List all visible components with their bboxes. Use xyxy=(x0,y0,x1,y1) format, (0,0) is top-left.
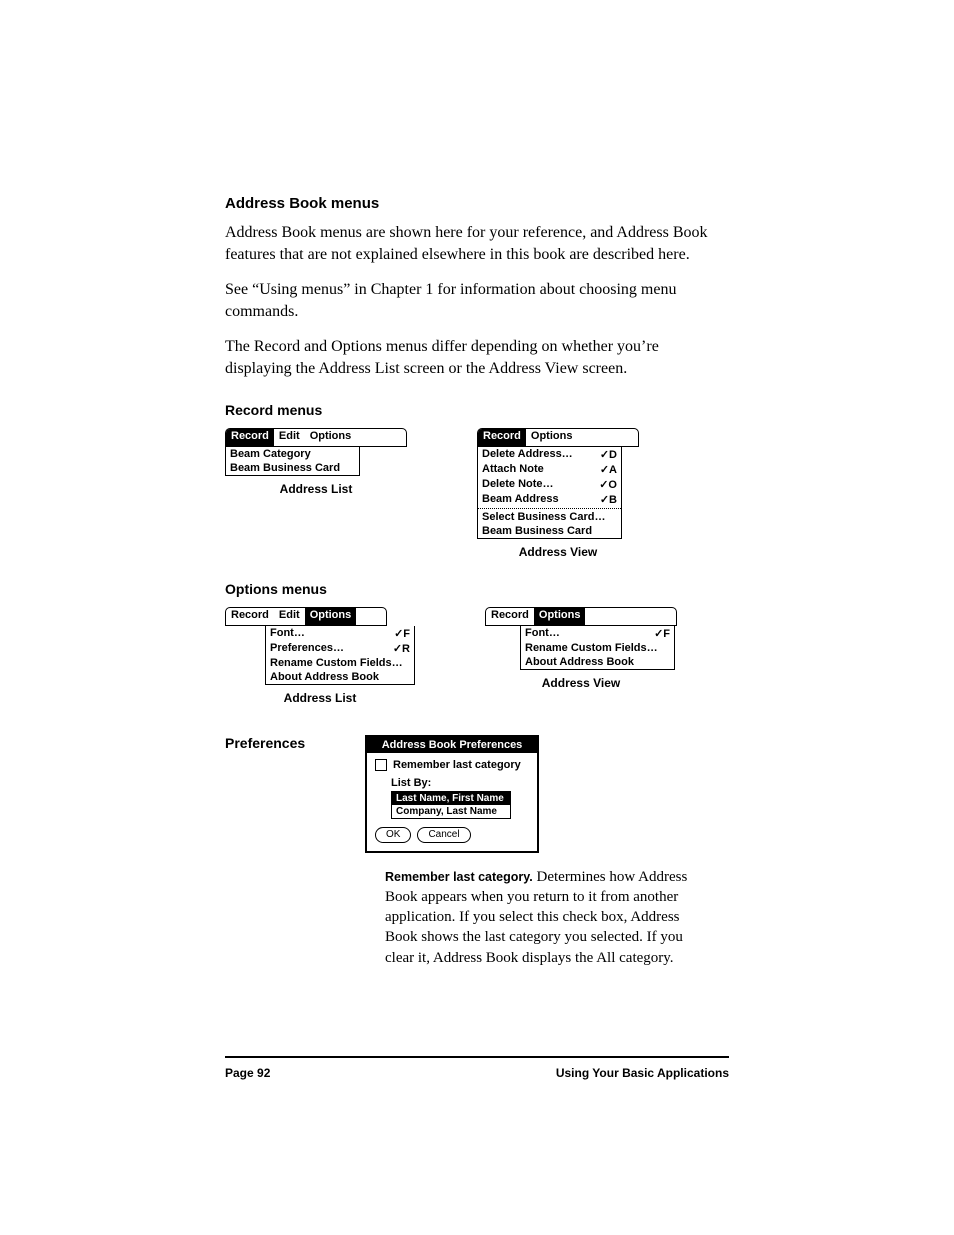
intro-paragraph-1: Address Book menus are shown here for yo… xyxy=(225,222,729,265)
dialog-title: Address Book Preferences xyxy=(367,737,537,753)
remember-last-category-description: Remember last category. Determines how A… xyxy=(385,867,705,968)
menu-dropdown: Delete Address…✓D Attach Note✓A Delete N… xyxy=(477,447,622,539)
list-by-listbox[interactable]: Last Name, First Name Company, Last Name xyxy=(391,791,511,819)
record-menu-address-view: Record Options Delete Address…✓D Attach … xyxy=(477,428,639,559)
tab-options[interactable]: Options xyxy=(534,608,586,625)
tab-options[interactable]: Options xyxy=(526,429,578,446)
intro-paragraph-3: The Record and Options menus differ depe… xyxy=(225,336,729,379)
tab-options[interactable]: Options xyxy=(305,608,357,625)
menu-dropdown: Font…✓F Preferences…✓R Rename Custom Fie… xyxy=(265,626,415,685)
list-option-lastname-firstname[interactable]: Last Name, First Name xyxy=(392,792,510,805)
figure-caption: Address List xyxy=(284,691,357,705)
page: Address Book menus Address Book menus ar… xyxy=(0,0,954,1235)
footer-chapter-title: Using Your Basic Applications xyxy=(556,1066,729,1080)
menu-item-beam-address[interactable]: Beam Address✓B xyxy=(478,492,621,507)
intro-paragraph-2: See “Using menus” in Chapter 1 for infor… xyxy=(225,279,729,322)
tab-edit[interactable]: Edit xyxy=(274,429,305,446)
remember-last-category-label: Remember last category xyxy=(393,759,521,771)
titlebar-filler xyxy=(585,608,676,625)
heading-options-menus: Options menus xyxy=(225,581,729,597)
menu-dropdown: Beam Category Beam Business Card xyxy=(225,447,360,476)
preferences-side-label: Preferences xyxy=(225,735,325,751)
preferences-section: Preferences Address Book Preferences Rem… xyxy=(225,735,729,853)
menu-item-about-address-book[interactable]: About Address Book xyxy=(521,655,674,669)
titlebar-filler xyxy=(356,429,406,446)
menu-titlebar: Record Edit Options xyxy=(225,428,407,447)
menu-item-rename-custom-fields[interactable]: Rename Custom Fields… xyxy=(266,656,414,670)
menu-item-delete-note[interactable]: Delete Note…✓O xyxy=(478,477,621,492)
tab-record[interactable]: Record xyxy=(478,429,526,446)
menu-titlebar: Record Options xyxy=(477,428,639,447)
remember-last-category-row[interactable]: Remember last category xyxy=(375,759,529,771)
menu-item-font[interactable]: Font…✓F xyxy=(521,626,674,641)
menu-item-attach-note[interactable]: Attach Note✓A xyxy=(478,462,621,477)
menu-separator xyxy=(478,508,621,509)
checkbox-icon[interactable] xyxy=(375,759,387,771)
menu-titlebar: Record Edit Options xyxy=(225,607,387,626)
list-by-label: List By: xyxy=(391,777,529,789)
heading-record-menus: Record menus xyxy=(225,402,729,418)
record-menu-address-list: Record Edit Options Beam Category Beam B… xyxy=(225,428,407,496)
figure-caption: Address View xyxy=(519,545,597,559)
ok-button[interactable]: OK xyxy=(375,827,411,843)
menu-item-font[interactable]: Font…✓F xyxy=(266,626,414,641)
options-menu-address-view: Record Options Font…✓F Rename Custom Fie… xyxy=(485,607,677,690)
menu-item-preferences[interactable]: Preferences…✓R xyxy=(266,641,414,656)
menu-titlebar: Record Options xyxy=(485,607,677,626)
tab-record[interactable]: Record xyxy=(486,608,534,625)
options-menu-address-list: Record Edit Options Font…✓F Preferences…… xyxy=(225,607,415,705)
cancel-button[interactable]: Cancel xyxy=(417,827,470,843)
menu-dropdown: Font…✓F Rename Custom Fields… About Addr… xyxy=(520,626,675,670)
heading-address-book-menus: Address Book menus xyxy=(225,195,729,212)
page-number: Page 92 xyxy=(225,1066,270,1080)
tab-record[interactable]: Record xyxy=(226,429,274,446)
page-footer: Page 92 Using Your Basic Applications xyxy=(225,1056,729,1080)
figure-caption: Address List xyxy=(280,482,353,496)
menu-item-beam-business-card[interactable]: Beam Business Card xyxy=(226,461,359,475)
menu-item-beam-business-card[interactable]: Beam Business Card xyxy=(478,524,621,538)
dialog-button-row: OK Cancel xyxy=(375,827,529,843)
dialog-body: Remember last category List By: Last Nam… xyxy=(367,753,537,851)
titlebar-filler xyxy=(356,608,386,625)
menu-item-rename-custom-fields[interactable]: Rename Custom Fields… xyxy=(521,641,674,655)
titlebar-filler xyxy=(577,429,638,446)
list-option-company-lastname[interactable]: Company, Last Name xyxy=(392,805,510,818)
menu-item-select-business-card[interactable]: Select Business Card… xyxy=(478,510,621,524)
menu-item-about-address-book[interactable]: About Address Book xyxy=(266,670,414,684)
tab-edit[interactable]: Edit xyxy=(274,608,305,625)
tab-record[interactable]: Record xyxy=(226,608,274,625)
tab-options[interactable]: Options xyxy=(305,429,357,446)
menu-item-delete-address[interactable]: Delete Address…✓D xyxy=(478,447,621,462)
description-lead: Remember last category. xyxy=(385,870,533,884)
figure-caption: Address View xyxy=(542,676,620,690)
record-menus-row: Record Edit Options Beam Category Beam B… xyxy=(225,428,729,559)
preferences-dialog: Address Book Preferences Remember last c… xyxy=(365,735,539,853)
menu-item-beam-category[interactable]: Beam Category xyxy=(226,447,359,461)
options-menus-row: Record Edit Options Font…✓F Preferences…… xyxy=(225,607,729,705)
